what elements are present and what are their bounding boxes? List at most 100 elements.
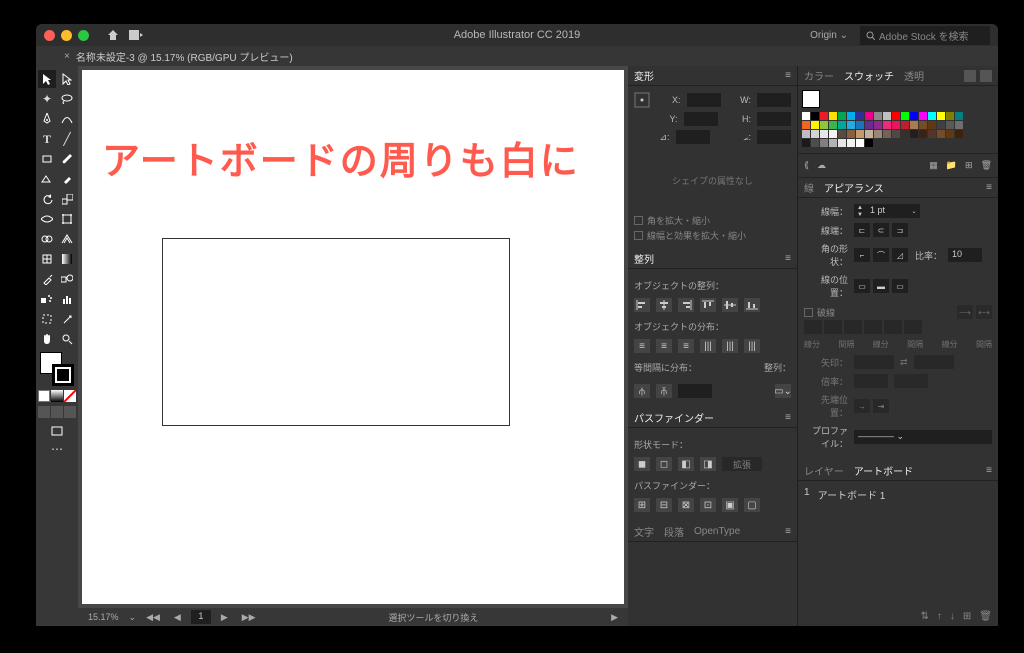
new-artboard-icon[interactable]: ⊞ [963, 611, 971, 622]
swatch-cell[interactable] [937, 112, 945, 120]
paintbrush-tool[interactable] [58, 150, 76, 168]
dist-right-button[interactable]: ||| [744, 339, 760, 353]
arrow-scale-end-field[interactable] [894, 374, 928, 388]
close-window-button[interactable] [44, 30, 55, 41]
dist-hspace-button[interactable]: ⫚ [656, 384, 672, 398]
selection-tool[interactable] [38, 70, 56, 88]
tab-stroke[interactable]: 線 [804, 180, 814, 195]
panel-menu-icon[interactable]: ≡ [785, 70, 791, 81]
panel-menu-icon[interactable]: ≡ [986, 182, 992, 193]
tab-color[interactable]: カラー [804, 68, 834, 83]
prev-artboard-button[interactable]: ◀◀ [142, 612, 164, 623]
align-bottom-button[interactable] [744, 298, 760, 312]
miter-limit-field[interactable]: 10 [948, 248, 982, 262]
artboard-number-field[interactable]: 1 [191, 610, 211, 624]
swatch-cell[interactable] [946, 130, 954, 138]
swatch-cell[interactable] [892, 130, 900, 138]
align-top-button[interactable] [700, 298, 716, 312]
swatch-cell[interactable] [883, 112, 891, 120]
scale-corners-checkbox[interactable]: 角を拡大・縮小 [634, 213, 791, 228]
swatch-cell[interactable] [919, 112, 927, 120]
tab-swatches[interactable]: スウォッチ [844, 68, 894, 83]
minus-back-button[interactable]: ▢ [744, 498, 760, 512]
arrow-scale-start-field[interactable] [854, 374, 888, 388]
zoom-level-dropdown[interactable]: 15.17% [84, 612, 123, 622]
swatch-cell[interactable] [802, 121, 810, 129]
lasso-tool[interactable] [58, 90, 76, 108]
tab-layers[interactable]: レイヤー [804, 463, 844, 478]
dash3-field[interactable] [884, 320, 902, 334]
swatch-cell[interactable] [838, 139, 846, 147]
home-icon[interactable] [107, 29, 119, 41]
shear-field[interactable] [757, 130, 791, 144]
dist-vcenter-button[interactable]: ≡ [656, 339, 672, 353]
swatch-cell[interactable] [919, 130, 927, 138]
draw-inside-mode[interactable] [64, 406, 76, 418]
origin-dropdown[interactable]: Origin ⌄ [806, 29, 852, 42]
swatch-view-list-icon[interactable] [964, 70, 976, 82]
dash-preserve-button[interactable]: ⟶ [957, 305, 973, 319]
swatch-cell[interactable] [856, 121, 864, 129]
color-mode-gradient[interactable] [51, 390, 63, 402]
cloud-icon[interactable]: ☁ [817, 160, 826, 171]
swatch-cell[interactable] [811, 130, 819, 138]
y-field[interactable] [684, 112, 718, 126]
x-field[interactable] [687, 93, 721, 107]
spacing-field[interactable] [678, 384, 712, 398]
blend-tool[interactable] [58, 270, 76, 288]
tip-extend-button[interactable]: → [854, 399, 870, 413]
swatch-cell[interactable] [928, 121, 936, 129]
swatch-cell[interactable] [820, 121, 828, 129]
swatch-cell[interactable] [856, 139, 864, 147]
pen-tool[interactable] [38, 110, 56, 128]
swatch-cell[interactable] [892, 112, 900, 120]
swatch-view-grid-icon[interactable] [980, 70, 992, 82]
swatch-cell[interactable] [856, 112, 864, 120]
dashed-line-checkbox[interactable]: 破線 ⟶ ⟷ [804, 304, 992, 320]
arrow-end-field[interactable] [914, 355, 954, 369]
current-fill-swatch[interactable] [802, 90, 820, 108]
magic-wand-tool[interactable]: ✦ [38, 90, 56, 108]
gap2-field[interactable] [864, 320, 882, 334]
draw-behind-mode[interactable] [51, 406, 63, 418]
zoom-window-button[interactable] [78, 30, 89, 41]
prev-button[interactable]: ◀ [170, 612, 185, 623]
align-hcenter-button[interactable] [656, 298, 672, 312]
swatch-cell[interactable] [910, 112, 918, 120]
cap-square-button[interactable]: ⊐ [892, 223, 908, 237]
dash-align-button[interactable]: ⟷ [976, 305, 992, 319]
move-up-icon[interactable]: ↑ [937, 611, 942, 622]
eraser-tool[interactable] [58, 170, 76, 188]
document-tab-label[interactable]: 名称未設定-3 @ 15.17% (RGB/GPU プレビュー) [76, 49, 293, 64]
swatch-cell[interactable] [883, 121, 891, 129]
width-tool[interactable] [38, 210, 56, 228]
swatch-cell[interactable] [856, 130, 864, 138]
swatch-cell[interactable] [937, 130, 945, 138]
rectangle-tool[interactable] [38, 150, 56, 168]
swatch-cell[interactable] [820, 130, 828, 138]
stroke-color-swatch[interactable] [52, 364, 74, 386]
exclude-button[interactable]: ◨ [700, 457, 716, 471]
tab-pathfinder[interactable]: パスファインダー [634, 410, 714, 425]
swatch-cell[interactable] [829, 112, 837, 120]
unite-button[interactable]: ◼ [634, 457, 650, 471]
dist-bottom-button[interactable]: ≡ [678, 339, 694, 353]
swatch-cell[interactable] [838, 112, 846, 120]
swatch-cell[interactable] [955, 121, 963, 129]
tab-character[interactable]: 文字 [634, 524, 654, 539]
divide-button[interactable]: ⊞ [634, 498, 650, 512]
swatch-cell[interactable] [937, 121, 945, 129]
zoom-tool[interactable] [58, 330, 76, 348]
swatch-cell[interactable] [874, 121, 882, 129]
close-document-button[interactable]: × [64, 51, 70, 62]
tip-place-button[interactable]: ⇥ [873, 399, 889, 413]
minimize-window-button[interactable] [61, 30, 72, 41]
swatch-cell[interactable] [829, 121, 837, 129]
tab-appearance[interactable]: アピアランス [824, 180, 884, 195]
move-down-icon[interactable]: ↓ [950, 611, 955, 622]
align-vcenter-button[interactable] [722, 298, 738, 312]
shape-builder-tool[interactable] [38, 230, 56, 248]
trim-button[interactable]: ⊟ [656, 498, 672, 512]
stroke-weight-field[interactable]: ▲▼ 1 pt ⌄ [854, 204, 920, 218]
gap1-field[interactable] [824, 320, 842, 334]
